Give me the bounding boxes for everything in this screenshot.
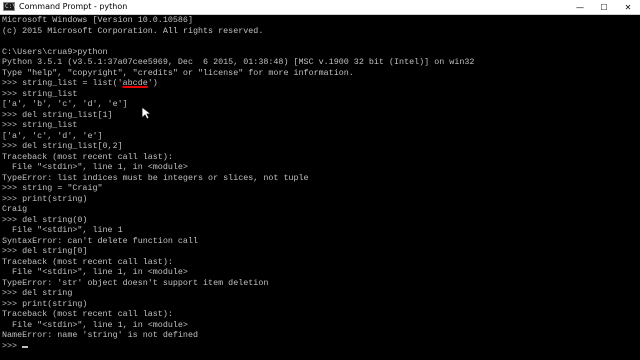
console-line: Traceback (most recent call last): — [2, 151, 173, 162]
console-line: >>> del string[0] — [2, 246, 88, 256]
console-line: >>> — [2, 341, 628, 352]
console-line: Python 3.5.1 (v3.5.1:37a07cee5969, Dec 6… — [2, 57, 475, 67]
console-line: Type "help", "copyright", "credits" or "… — [2, 67, 354, 78]
console-line: Microsoft Windows [Version 10.0.10586] — [2, 15, 193, 25]
console-line: TypeError: list indices must be integers… — [2, 172, 309, 183]
console-line: ['a', 'b', 'c', 'd', 'e'] — [2, 99, 128, 109]
console-line: NameError: name 'string' is not defined — [2, 330, 199, 340]
console-line: Traceback (most recent call last): — [2, 309, 173, 319]
console-line: >>> del string_list[0,2] — [2, 141, 123, 151]
console-line: >>> string_list — [2, 120, 78, 130]
console-line: Craig — [2, 204, 28, 214]
console-line: >>> print(string) — [2, 193, 88, 204]
console-line: C:\Users\crua9>python — [2, 46, 108, 57]
scrollbar[interactable] — [629, 15, 640, 360]
title-bar[interactable]: C:\ Command Prompt - python — ☐ ✕ — [0, 0, 640, 15]
window-controls: — ☐ ✕ — [568, 0, 640, 14]
console-line: File "<stdin>", line 1, in <module> — [2, 267, 188, 277]
console-line: File "<stdin>", line 1 — [2, 225, 123, 235]
console-line: SyntaxError: can't delete function call — [2, 235, 199, 246]
console-line: >>> del string — [2, 288, 73, 298]
console-line: (c) 2015 Microsoft Corporation. All righ… — [2, 25, 264, 36]
console-line: >>> print(string) — [2, 298, 88, 309]
maximize-button[interactable]: ☐ — [592, 0, 616, 14]
console-line: >>> string_list — [2, 88, 78, 99]
console-line: Traceback (most recent call last): — [2, 256, 173, 267]
minimize-button[interactable]: — — [568, 0, 592, 14]
highlighted-text: abcde — [122, 78, 148, 88]
console-line: >>> string_list = list('abcde') — [2, 78, 158, 88]
console-line: ['a', 'c', 'd', 'e'] — [2, 130, 103, 141]
console-line: File "<stdin>", line 1, in <module> — [2, 162, 188, 172]
command-prompt-icon: C:\ — [3, 2, 16, 11]
close-button[interactable]: ✕ — [616, 0, 640, 14]
window-title: Command Prompt - python — [19, 2, 128, 11]
command-prompt-window: C:\ Command Prompt - python — ☐ ✕ Micros… — [0, 0, 640, 360]
console-line: >>> del string_list[1] — [2, 109, 113, 120]
console-line: >>> string = "Craig" — [2, 183, 103, 193]
console-output[interactable]: Microsoft Windows [Version 10.0.10586] (c… — [0, 15, 628, 360]
text-cursor — [22, 345, 29, 348]
console-line: TypeError: 'str' object doesn't support … — [2, 277, 269, 288]
console-line: File "<stdin>", line 1, in <module> — [2, 319, 188, 330]
mouse-pointer-icon — [141, 106, 153, 120]
console-line: >>> del string(0) — [2, 214, 88, 225]
